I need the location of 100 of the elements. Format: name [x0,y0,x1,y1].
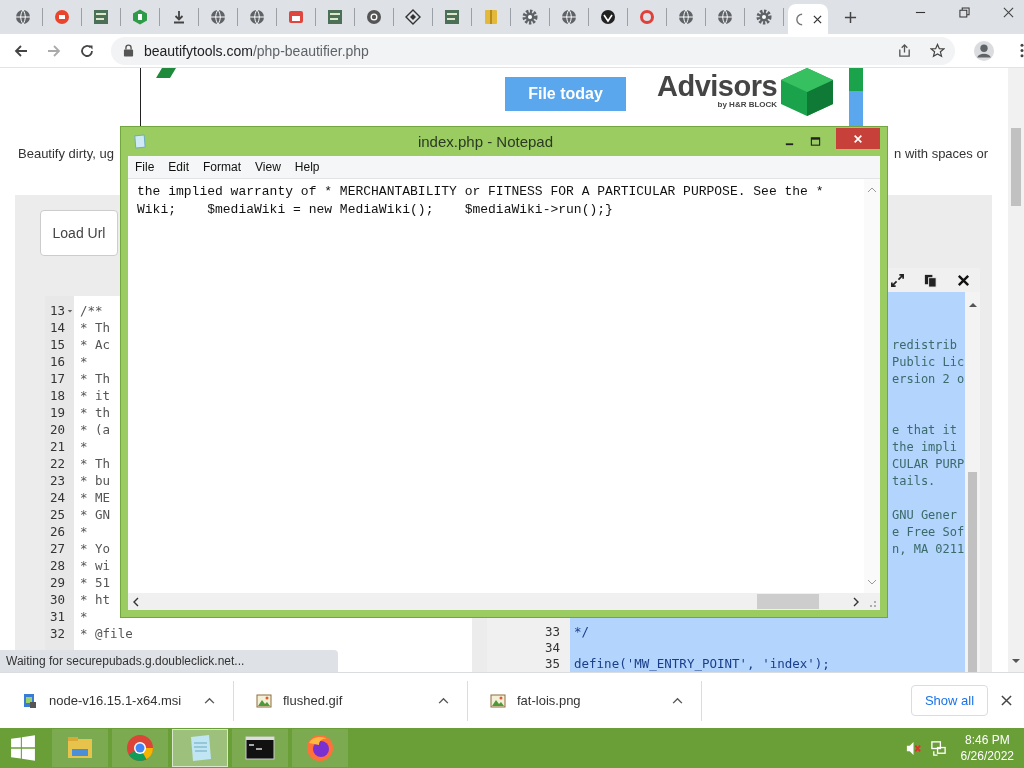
reload-icon[interactable] [78,42,95,59]
close-icon [853,133,863,144]
scroll-down-icon[interactable] [1012,658,1020,664]
status-bubble: Waiting for securepubads.g.doubleclick.net... [0,650,338,672]
download-icon [171,9,187,25]
taskbar-app[interactable] [232,729,288,767]
copy-icon[interactable] [923,272,938,288]
code-line: * wi [79,557,111,574]
globe-icon [15,9,31,25]
show-all-button[interactable]: Show all [911,685,988,716]
close-icon[interactable] [1001,695,1012,706]
line-number: 25 [49,506,65,523]
database-icon [327,9,343,25]
line-number: 21 [49,438,65,455]
close-icon[interactable] [1003,7,1014,18]
database-icon [444,9,460,25]
scroll-up-icon[interactable] [968,302,977,308]
menu-item[interactable]: File [128,160,162,174]
store-icon [288,9,304,25]
scroll-thumb[interactable] [968,472,977,672]
line-number: 18 [49,387,65,404]
code-line: * ht [79,591,111,608]
loading-icon [796,12,803,26]
hexagon-icon [132,9,148,25]
line-number: 17 [49,370,65,387]
menu-item[interactable]: Help [287,160,327,174]
line-number: 31 [49,608,65,625]
restore-icon[interactable] [959,7,970,18]
scroll-left-icon[interactable] [133,596,139,607]
globe-icon [249,9,265,25]
scrollbar[interactable] [864,179,880,593]
line-number: 29 [49,574,65,591]
maximize-icon[interactable] [810,136,821,147]
expand-icon[interactable] [890,272,905,288]
code-line: * th [79,404,111,421]
menu-icon[interactable] [1020,43,1024,58]
emblem-icon [600,9,616,25]
address-field[interactable]: beautifytools.com/php-beautifier.php [110,36,956,65]
menu-item[interactable]: View [248,160,288,174]
download-item[interactable]: fat-lois.png [468,680,702,721]
close-button[interactable] [836,128,880,149]
line-number: 14 [49,319,65,336]
code-line: * GN [79,506,111,523]
page-scrollbar[interactable] [1008,68,1024,672]
download-item[interactable]: node-v16.15.1-x64.msi [0,680,234,721]
code-line: redistrib [892,337,959,354]
menu-item[interactable]: Format [196,160,249,174]
line-number: 32 [49,625,65,642]
gear-icon [756,9,772,25]
close-icon[interactable] [813,14,822,24]
close-icon[interactable] [956,272,971,288]
round-logo-icon [125,733,155,763]
new-tab-icon[interactable] [844,11,857,24]
caret-icon[interactable] [438,697,449,704]
line-number: 23 [49,472,65,489]
globe-icon [561,9,577,25]
line-number: 30 [49,591,65,608]
muted-speaker-icon[interactable] [904,739,922,757]
load-url-button[interactable]: Load Url [40,210,118,256]
ring-icon [639,9,655,25]
ad-banner[interactable]: File today Advisors by H&R BLOCK [140,68,868,126]
globe-icon [678,9,694,25]
line-number: 24 [49,489,65,506]
intro-text: n with spaces or [894,146,988,163]
fold-caret-icon[interactable] [66,307,73,314]
code-line: * [79,438,88,455]
line-number: 15 [49,336,65,353]
scroll-right-icon[interactable] [853,596,859,607]
url-text: beautifytools.com/php-beautifier.php [143,42,369,59]
line-number: 34 [544,640,560,655]
code-line: * @file [79,625,133,642]
code-line: * it [79,387,111,404]
network-icon[interactable] [929,739,947,757]
window-title: index.php - Notepad [416,133,555,150]
start-icon[interactable] [10,735,36,761]
code-line: * bu [79,472,111,489]
download-item[interactable]: flushed.gif [234,680,468,721]
caret-icon[interactable] [204,697,215,704]
globe-icon [717,9,733,25]
caret-icon[interactable] [672,697,683,704]
star-icon[interactable] [930,43,946,58]
scroll-thumb[interactable] [757,594,819,609]
code-line: * 51 [79,574,111,591]
line-number: 20 [49,421,65,438]
scrollbar[interactable] [965,292,980,672]
scroll-down-icon[interactable] [867,579,877,585]
profile-icon[interactable] [973,39,995,62]
ad-stripe [849,68,864,126]
line-number: 27 [49,540,65,557]
menu-item[interactable]: Edit [161,160,197,174]
image-file-icon [256,692,272,709]
folder-icon [483,9,499,25]
share-icon[interactable] [897,43,913,58]
cube-icon [781,68,834,116]
code-line: tails. [892,473,937,490]
line-number: 13 [49,302,65,319]
scroll-thumb[interactable] [1011,128,1021,206]
resize-grip-icon[interactable] [867,598,877,608]
diamond-icon [405,9,421,25]
code-line: * [79,608,88,625]
